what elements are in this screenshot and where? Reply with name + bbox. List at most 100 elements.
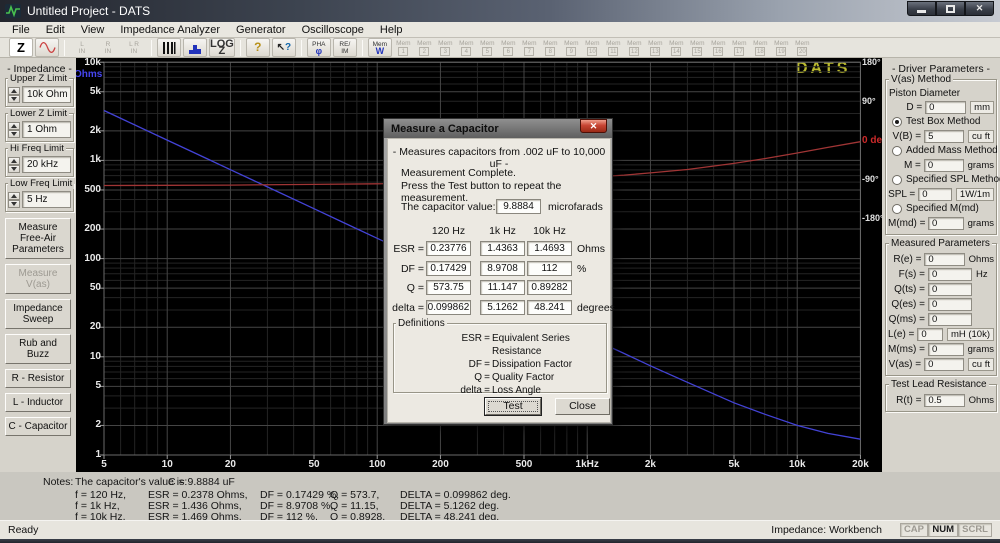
spin-up-button[interactable]: [8, 87, 20, 95]
log-z-button[interactable]: LOGZ: [209, 38, 235, 57]
memory-slot-15-button[interactable]: Mem15: [688, 38, 707, 57]
sidebar-button-rub-and-buzz[interactable]: Rub and Buzz: [5, 334, 71, 364]
mms-field[interactable]: 0: [928, 343, 964, 356]
spin-down-button[interactable]: [8, 95, 20, 103]
help-button[interactable]: ?: [246, 38, 270, 57]
spin-up-button[interactable]: [8, 157, 20, 165]
menu-generator[interactable]: Generator: [228, 23, 294, 37]
qms-field[interactable]: 0: [928, 313, 972, 326]
limit-value-field[interactable]: 10k Ohm: [22, 86, 71, 103]
spin-down-button[interactable]: [8, 200, 20, 208]
sidebar-button-l-inductor[interactable]: L - Inductor: [5, 393, 71, 412]
added-mass-field[interactable]: 0: [924, 159, 964, 172]
re-im-button[interactable]: RE/IM: [333, 38, 357, 57]
vas-field[interactable]: 0: [924, 358, 964, 371]
measurement-value-field[interactable]: 0.17429: [426, 261, 471, 276]
memory-slot-18-button[interactable]: Mem18: [751, 38, 770, 57]
menu-view[interactable]: View: [73, 23, 113, 37]
sidebar-button-c-capacitor[interactable]: C - Capacitor: [5, 417, 71, 436]
measurement-value-field[interactable]: 11.147: [480, 280, 525, 295]
close-button[interactable]: ✕: [965, 1, 994, 16]
y-tick-label: 20: [76, 321, 101, 332]
memory-slot-20-button[interactable]: Mem20: [793, 38, 812, 57]
title-bar[interactable]: Untitled Project - DATS ✕: [0, 0, 1000, 22]
memory-write-button[interactable]: MemW: [368, 38, 392, 57]
re-field[interactable]: 0: [924, 253, 964, 266]
memory-slot-6-button[interactable]: Mem6: [499, 38, 518, 57]
close-dialog-button[interactable]: Close: [555, 398, 610, 415]
spectrum-bars-button[interactable]: [157, 38, 181, 57]
memory-slot-17-button[interactable]: Mem17: [730, 38, 749, 57]
fs-field[interactable]: 0: [928, 268, 972, 281]
menu-file[interactable]: File: [4, 23, 38, 37]
le-field[interactable]: 0: [917, 328, 943, 341]
memory-slot-13-button[interactable]: Mem13: [646, 38, 665, 57]
memory-slot-3-button[interactable]: Mem3: [436, 38, 455, 57]
minimize-button[interactable]: [907, 1, 936, 16]
spin-up-button[interactable]: [8, 192, 20, 200]
spin-down-button[interactable]: [8, 165, 20, 173]
measurement-value-field[interactable]: 1.4693: [527, 241, 572, 256]
added-mass-method-radio[interactable]: Added Mass Method: [888, 144, 994, 157]
test-button[interactable]: Test: [485, 398, 541, 415]
memory-slot-label: Mem: [543, 40, 557, 47]
dialog-close-button[interactable]: ✕: [580, 119, 607, 133]
limit-group-0: Upper Z Limit10k Ohm: [5, 78, 74, 107]
memory-slot-14-button[interactable]: Mem14: [667, 38, 686, 57]
measurement-value-field[interactable]: 112: [527, 261, 572, 276]
measurement-value-field[interactable]: 0.099862: [426, 300, 471, 315]
dialog-title-bar[interactable]: Measure a Capacitor: [384, 119, 612, 138]
memory-slot-11-button[interactable]: Mem11: [604, 38, 623, 57]
memory-slot-8-button[interactable]: Mem8: [541, 38, 560, 57]
measurement-value-field[interactable]: 48.241: [527, 300, 572, 315]
piston-diameter-field[interactable]: 0: [925, 101, 966, 114]
vas-row: V(as) =0cu ft: [888, 357, 994, 371]
menu-edit[interactable]: Edit: [38, 23, 73, 37]
memory-slot-7-button[interactable]: Mem7: [520, 38, 539, 57]
sidebar-button-impedance-sweep[interactable]: Impedance Sweep: [5, 299, 71, 329]
measurement-value-field[interactable]: 0.23776: [426, 241, 471, 256]
limit-value-field[interactable]: 20 kHz: [22, 156, 71, 173]
memory-slot-2-button[interactable]: Mem2: [415, 38, 434, 57]
box-volume-field[interactable]: 5: [924, 130, 964, 143]
memory-slot-19-button[interactable]: Mem19: [772, 38, 791, 57]
memory-slot-9-button[interactable]: Mem9: [562, 38, 581, 57]
menu-impedance-analyzer[interactable]: Impedance Analyzer: [112, 23, 228, 37]
measurement-value-field[interactable]: 0.89282: [527, 280, 572, 295]
specified-mmd-radio[interactable]: Specified M(md): [888, 202, 994, 215]
memory-slot-10-button[interactable]: Mem10: [583, 38, 602, 57]
menu-oscilloscope[interactable]: Oscilloscope: [294, 23, 372, 37]
spin-down-button[interactable]: [8, 130, 20, 138]
toolbar-separator: [362, 40, 363, 56]
capacitor-value-field[interactable]: 9.8884: [496, 199, 541, 214]
memory-slot-16-button[interactable]: Mem16: [709, 38, 728, 57]
rt-field[interactable]: 0.5: [924, 394, 964, 407]
measurement-value-field[interactable]: 1.4363: [480, 241, 525, 256]
measurement-value-field[interactable]: 573.75: [426, 280, 471, 295]
spin-up-button[interactable]: [8, 122, 20, 130]
sidebar-button-r-resistor[interactable]: R - Resistor: [5, 369, 71, 388]
measurement-value-field[interactable]: 8.9708: [480, 261, 525, 276]
specified-spl-method-radio[interactable]: Specified SPL Method: [888, 173, 994, 186]
memory-slot-12-button[interactable]: Mem12: [625, 38, 644, 57]
qts-field[interactable]: 0: [928, 283, 972, 296]
freq-column-header: 120 Hz: [426, 225, 471, 237]
measurement-value-field[interactable]: 5.1262: [480, 300, 525, 315]
mmd-field[interactable]: 0: [928, 217, 964, 230]
sine-generator-button[interactable]: [35, 38, 59, 57]
limit-value-field[interactable]: 1 Ohm: [22, 121, 71, 138]
memory-slot-1-button[interactable]: Mem1: [394, 38, 413, 57]
phase-button[interactable]: PHAφ: [307, 38, 331, 57]
memory-slot-4-button[interactable]: Mem4: [457, 38, 476, 57]
histogram-button[interactable]: [183, 38, 207, 57]
memory-slot-5-button[interactable]: Mem5: [478, 38, 497, 57]
qes-field[interactable]: 0: [928, 298, 972, 311]
menu-help[interactable]: Help: [372, 23, 411, 37]
test-box-method-radio[interactable]: Test Box Method: [888, 115, 994, 128]
sidebar-button-measure-free-air-parameters[interactable]: Measure Free-Air Parameters: [5, 218, 71, 259]
context-help-button[interactable]: ↖?: [272, 38, 296, 57]
impedance-z-button[interactable]: Z: [9, 38, 33, 57]
spl-field[interactable]: 0: [918, 188, 952, 201]
limit-value-field[interactable]: 5 Hz: [22, 191, 71, 208]
maximize-button[interactable]: [936, 1, 965, 16]
